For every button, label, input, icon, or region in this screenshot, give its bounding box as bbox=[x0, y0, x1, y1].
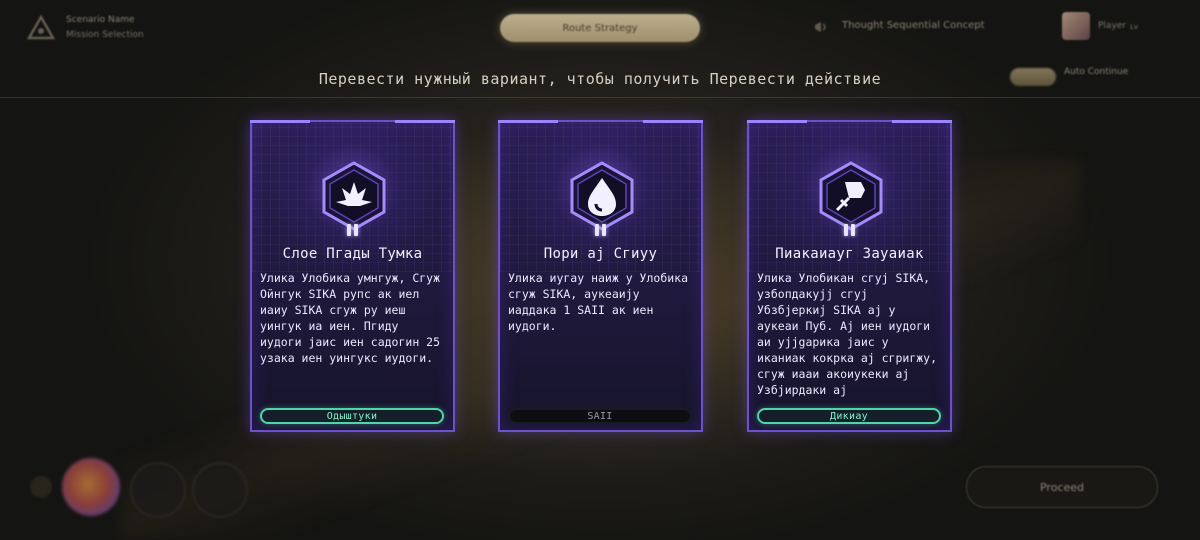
burst-icon bbox=[322, 161, 386, 231]
game-logo-icon[interactable] bbox=[26, 14, 56, 44]
card-description: Улика Улобикан сгуj SIKA, узбопдакуjj сг… bbox=[757, 271, 938, 397]
card-description: Улика иугау наиж у Улобика сгуж SIKA, ау… bbox=[508, 271, 689, 333]
card-select-button[interactable]: Дикиау bbox=[757, 408, 941, 424]
choice-card-3[interactable]: Пиакаиауг Зауаиак Улика Улобикан сгуj SI… bbox=[747, 120, 952, 432]
megaphone-icon[interactable] bbox=[812, 18, 830, 36]
card-title: Пори аj Сгиуу bbox=[543, 246, 658, 262]
card-corner-decoration bbox=[892, 120, 952, 129]
route-strategy-tab[interactable]: Route Strategy bbox=[500, 14, 700, 42]
droplet-icon bbox=[570, 161, 634, 231]
header-divider bbox=[0, 97, 1200, 98]
info-icon[interactable] bbox=[30, 476, 52, 498]
character-avatar[interactable] bbox=[62, 458, 120, 516]
choice-card-1[interactable]: Слое Пгады Тумка Улика Улобика умнгуж, С… bbox=[250, 120, 455, 432]
announcement-text[interactable]: Thought Sequential Concept bbox=[842, 20, 985, 31]
card-select-button[interactable]: Одыштуки bbox=[260, 408, 444, 424]
tier-pips bbox=[347, 224, 358, 236]
card-corner-decoration bbox=[747, 120, 807, 129]
auto-continue-label: Auto Continue bbox=[1064, 67, 1129, 77]
proceed-button[interactable]: Proceed bbox=[966, 466, 1158, 508]
top-bar: Scenario Name Mission Selection Route St… bbox=[0, 0, 1200, 60]
card-corner-decoration bbox=[250, 120, 310, 129]
instruction-text: Перевести нужный вариант, чтобы получить… bbox=[318, 70, 882, 88]
card-corner-decoration bbox=[498, 120, 558, 129]
card-description: Улика Улобика умнгуж, Сгуж Ойнгук SIKA р… bbox=[260, 271, 441, 365]
skill-slot-2[interactable] bbox=[192, 462, 248, 518]
brand-title: Scenario Name bbox=[66, 15, 135, 25]
auto-continue-toggle[interactable] bbox=[1010, 68, 1056, 86]
card-corner-decoration bbox=[395, 120, 455, 129]
user-level: Lv bbox=[1130, 23, 1139, 31]
brand-subtitle: Mission Selection bbox=[66, 30, 144, 40]
sword-icon bbox=[819, 161, 883, 231]
tier-pips bbox=[844, 224, 855, 236]
skill-slot-1[interactable] bbox=[130, 462, 186, 518]
tier-pips bbox=[595, 224, 606, 236]
choice-card-2[interactable]: Пори аj Сгиуу Улика иугау наиж у Улобика… bbox=[498, 120, 703, 432]
card-corner-decoration bbox=[643, 120, 703, 129]
card-select-button[interactable]: SAII bbox=[508, 408, 692, 424]
card-title: Слое Пгады Тумка bbox=[282, 246, 423, 262]
user-name: Player bbox=[1098, 21, 1127, 31]
user-avatar[interactable] bbox=[1062, 12, 1090, 40]
card-title: Пиакаиауг Зауаиак bbox=[775, 246, 924, 262]
